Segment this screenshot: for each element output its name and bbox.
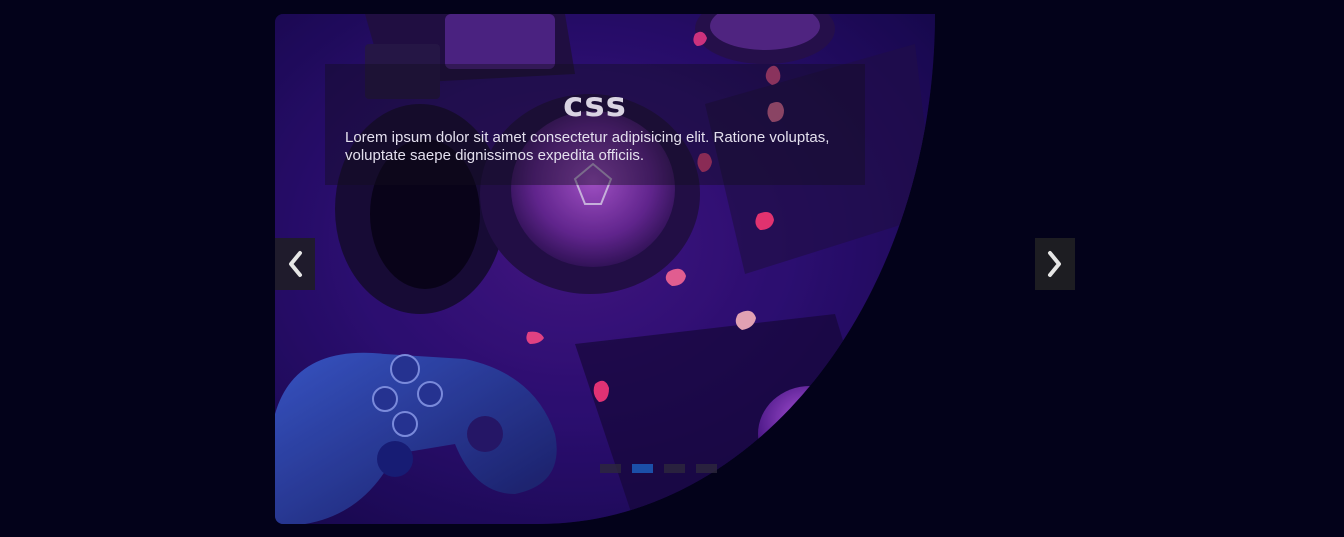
slide-indicator-2[interactable] [632, 464, 653, 473]
chevron-right-icon [1048, 251, 1061, 277]
slide-caption: css Lorem ipsum dolor sit amet consectet… [325, 64, 865, 185]
next-slide-button[interactable] [1035, 238, 1075, 290]
chevron-left-icon [289, 251, 302, 277]
page: css Lorem ipsum dolor sit amet consectet… [0, 0, 1344, 537]
slide-indicator-1[interactable] [600, 464, 621, 473]
slide-indicators [600, 464, 717, 473]
slide-indicator-3[interactable] [664, 464, 685, 473]
slide-indicator-4[interactable] [696, 464, 717, 473]
prev-slide-button[interactable] [275, 238, 315, 290]
caption-title: css [563, 85, 627, 125]
caption-text: Lorem ipsum dolor sit amet consectetur a… [345, 129, 830, 164]
image-slider: css Lorem ipsum dolor sit amet consectet… [275, 14, 1075, 524]
